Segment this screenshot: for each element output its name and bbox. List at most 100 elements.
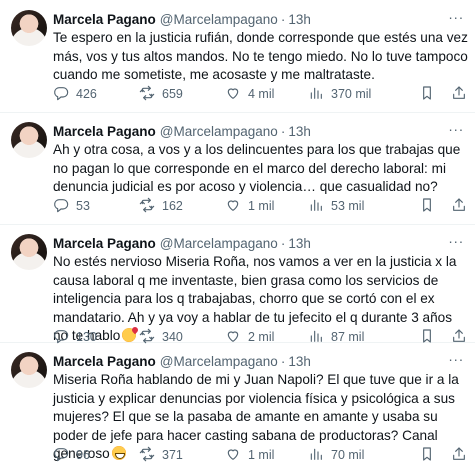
- views-count: 87 mil: [331, 330, 365, 344]
- avatar[interactable]: [11, 234, 47, 270]
- tweet[interactable]: Marcela Pagano @Marcelampagano · 13h ···…: [0, 122, 475, 218]
- heart-icon: [225, 85, 241, 104]
- reply-button[interactable]: 426: [53, 84, 97, 104]
- views-button[interactable]: 53 mil: [308, 196, 364, 216]
- retweet-icon: [139, 197, 155, 216]
- bookmark-icon: [419, 85, 435, 104]
- bookmark-button[interactable]: [419, 196, 435, 216]
- author-name[interactable]: Marcela Pagano: [53, 124, 156, 139]
- tweet-timestamp[interactable]: 13h: [288, 124, 311, 139]
- reply-count: 53: [76, 199, 90, 213]
- tweet-header: Marcela Pagano @Marcelampagano · 13h: [53, 352, 311, 370]
- avatar[interactable]: [11, 352, 47, 388]
- retweet-icon: [139, 446, 155, 465]
- reply-icon: [53, 328, 69, 347]
- tweet-divider: [0, 224, 475, 225]
- like-button[interactable]: 4 mil: [225, 84, 274, 104]
- retweet-count: 162: [162, 199, 183, 213]
- reply-button[interactable]: 53: [53, 196, 90, 216]
- author-name[interactable]: Marcela Pagano: [53, 236, 156, 251]
- bookmark-button[interactable]: [419, 84, 435, 104]
- views-chart-icon: [308, 328, 324, 347]
- views-count: 53 mil: [331, 199, 365, 213]
- reply-button[interactable]: 96: [53, 445, 90, 465]
- like-count: 1 mil: [248, 448, 275, 462]
- like-button[interactable]: 2 mil: [225, 327, 274, 347]
- more-icon[interactable]: ···: [447, 352, 465, 370]
- reply-count: 130: [76, 330, 97, 344]
- tweet[interactable]: Marcela Pagano @Marcelampagano · 13h ···…: [0, 352, 475, 467]
- author-handle[interactable]: @Marcelampagano: [160, 236, 278, 251]
- avatar[interactable]: [11, 122, 47, 158]
- retweet-button[interactable]: 340: [139, 327, 183, 347]
- retweet-button[interactable]: 371: [139, 445, 183, 465]
- like-count: 1 mil: [248, 199, 275, 213]
- tweet-text-content: Te espero en la justicia rufián, donde c…: [53, 30, 468, 83]
- views-button[interactable]: 370 mil: [308, 84, 371, 104]
- heart-icon: [225, 328, 241, 347]
- heart-icon: [225, 446, 241, 465]
- share-button[interactable]: [451, 445, 467, 465]
- retweet-count: 340: [162, 330, 183, 344]
- retweet-count: 371: [162, 448, 183, 462]
- like-button[interactable]: 1 mil: [225, 445, 274, 465]
- views-chart-icon: [308, 197, 324, 216]
- tweet-timestamp[interactable]: 13h: [288, 12, 311, 27]
- tweet-actions: 96 371 1 mil 70 mil: [53, 445, 468, 465]
- share-icon: [451, 85, 467, 104]
- share-button[interactable]: [451, 84, 467, 104]
- author-handle[interactable]: @Marcelampagano: [160, 124, 278, 139]
- more-icon[interactable]: ···: [447, 10, 465, 28]
- retweet-button[interactable]: 162: [139, 196, 183, 216]
- share-button[interactable]: [451, 327, 467, 347]
- separator-dot: ·: [280, 235, 286, 251]
- reply-count: 96: [76, 448, 90, 462]
- heart-icon: [225, 197, 241, 216]
- share-button[interactable]: [451, 196, 467, 216]
- views-button[interactable]: 87 mil: [308, 327, 364, 347]
- separator-dot: ·: [280, 123, 286, 139]
- like-button[interactable]: 1 mil: [225, 196, 274, 216]
- reply-count: 426: [76, 87, 97, 101]
- author-name[interactable]: Marcela Pagano: [53, 354, 156, 369]
- avatar[interactable]: [11, 10, 47, 46]
- reply-button[interactable]: 130: [53, 327, 97, 347]
- tweet-text: Ah y otra cosa, a vos y a los delincuent…: [53, 141, 468, 197]
- tweet-header: Marcela Pagano @Marcelampagano · 13h: [53, 10, 311, 28]
- bookmark-icon: [419, 197, 435, 216]
- share-icon: [451, 197, 467, 216]
- more-icon[interactable]: ···: [447, 122, 465, 140]
- tweet-divider: [0, 112, 475, 113]
- retweet-button[interactable]: 659: [139, 84, 183, 104]
- tweet-header: Marcela Pagano @Marcelampagano · 13h: [53, 234, 311, 252]
- author-handle[interactable]: @Marcelampagano: [160, 354, 278, 369]
- tweet-timestamp[interactable]: 13h: [288, 354, 311, 369]
- tweet[interactable]: Marcela Pagano @Marcelampagano · 13h ···…: [0, 10, 475, 106]
- separator-dot: ·: [280, 11, 286, 27]
- tweet-actions: 130 340 2 mil 87 mil: [53, 327, 468, 347]
- views-chart-icon: [308, 446, 324, 465]
- retweet-icon: [139, 328, 155, 347]
- tweet-actions: 53 162 1 mil 53 mil: [53, 196, 468, 216]
- tweet-text-content: Ah y otra cosa, a vos y a los delincuent…: [53, 142, 461, 195]
- reply-icon: [53, 85, 69, 104]
- views-count: 70 mil: [331, 448, 365, 462]
- separator-dot: ·: [280, 353, 286, 369]
- tweet-timestamp[interactable]: 13h: [288, 236, 311, 251]
- like-count: 2 mil: [248, 330, 275, 344]
- like-count: 4 mil: [248, 87, 275, 101]
- bookmark-button[interactable]: [419, 445, 435, 465]
- bookmark-icon: [419, 328, 435, 347]
- reply-icon: [53, 197, 69, 216]
- tweet-actions: 426 659 4 mil 370 mil: [53, 84, 468, 104]
- share-icon: [451, 328, 467, 347]
- bookmark-button[interactable]: [419, 327, 435, 347]
- bookmark-icon: [419, 446, 435, 465]
- views-count: 370 mil: [331, 87, 372, 101]
- tweet[interactable]: Marcela Pagano @Marcelampagano · 13h ···…: [0, 234, 475, 349]
- author-name[interactable]: Marcela Pagano: [53, 12, 156, 27]
- retweet-count: 659: [162, 87, 183, 101]
- views-button[interactable]: 70 mil: [308, 445, 364, 465]
- author-handle[interactable]: @Marcelampagano: [160, 12, 278, 27]
- more-icon[interactable]: ···: [447, 234, 465, 252]
